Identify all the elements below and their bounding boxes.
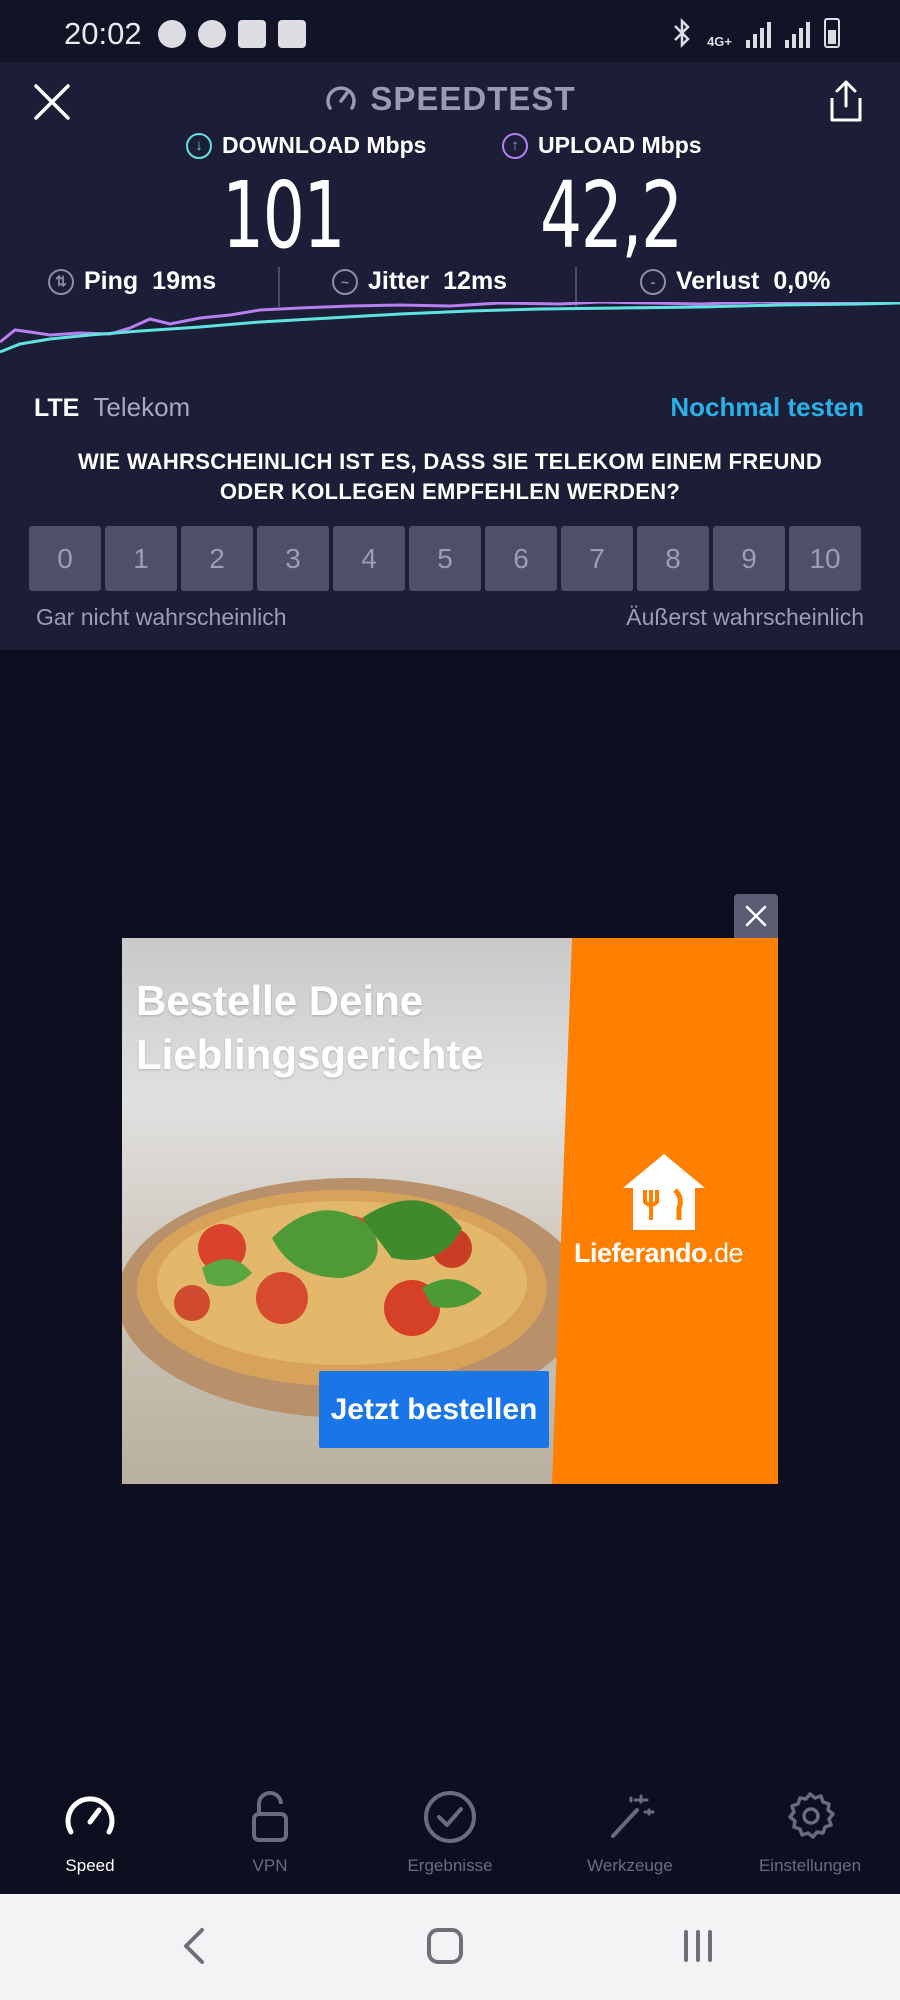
jitter-value: 12ms (443, 267, 508, 295)
survey-question: WIE WAHRSCHEINLICH IST ES, DASS SIE TELE… (0, 447, 900, 507)
survey-question-line: WIE WAHRSCHEINLICH IST ES, DASS SIE TELE… (77, 449, 823, 474)
download-label: ↓ DOWNLOAD Mbps (186, 132, 426, 159)
packet-loss-icon: - (640, 268, 666, 295)
nav-item-settings[interactable]: Einstellungen (720, 1788, 900, 1876)
upload-value: 42,2 (540, 162, 683, 269)
jitter-stat: ~ Jitter 12ms (332, 267, 507, 296)
lock-icon (252, 1791, 288, 1842)
loss-label: Verlust (676, 267, 760, 295)
upload-label: ↑ UPLOAD Mbps (502, 132, 702, 159)
network-type-label: 4G+ (707, 34, 732, 49)
close-icon (745, 905, 767, 927)
rating-option[interactable]: 6 (485, 526, 557, 591)
gallery-icon (278, 20, 306, 48)
rating-scale: 0 1 2 3 4 5 6 7 8 9 10 (29, 526, 861, 591)
scale-low-label: Gar nicht wahrscheinlich (36, 604, 287, 630)
lieferando-logo-icon (623, 1154, 705, 1230)
ping-icon: ⇅ (48, 268, 74, 295)
ad-brand-word: Lieferando (574, 1238, 708, 1268)
bluetooth-icon (674, 18, 690, 48)
rating-option[interactable]: 5 (409, 526, 481, 591)
home-icon[interactable] (425, 1926, 465, 1966)
download-label-text: DOWNLOAD Mbps (222, 132, 427, 158)
rating-option[interactable]: 2 (181, 526, 253, 591)
rating-option[interactable]: 10 (789, 526, 861, 591)
system-icons: 4G+ (671, 18, 840, 48)
nav-label: Einstellungen (758, 1856, 862, 1875)
download-arrow-icon: ↓ (186, 132, 212, 159)
download-graph-line (0, 302, 900, 354)
upload-arrow-icon: ↑ (502, 132, 528, 159)
jitter-label: Jitter (368, 267, 430, 295)
ad-headline: Bestelle Deine Lieblingsgerichte (136, 974, 484, 1082)
download-value: 101 (222, 162, 346, 269)
nav-item-tools[interactable]: Werkzeuge (540, 1788, 720, 1876)
loss-value: 0,0% (773, 267, 831, 295)
stat-divider (575, 267, 577, 307)
ping-label: Ping (84, 267, 139, 295)
notification-icons (158, 20, 306, 48)
rating-option[interactable]: 8 (637, 526, 709, 591)
stat-divider (278, 267, 280, 307)
ad-brand-name: Lieferando.de (574, 1238, 744, 1269)
recent-apps-icon[interactable] (680, 1926, 716, 1966)
title-text: SPEEDTEST (370, 80, 576, 117)
battery-icon (824, 18, 840, 48)
result-panel: SPEEDTEST ↓ DOWNLOAD Mbps 101 ↑ UPLOAD M… (0, 62, 900, 650)
nav-label: VPN (252, 1856, 288, 1875)
back-icon[interactable] (178, 1926, 210, 1966)
check-circle-icon (424, 1791, 476, 1843)
nav-label: Ergebnisse (407, 1856, 493, 1875)
nav-item-vpn[interactable]: VPN (180, 1788, 360, 1876)
survey-question-line: ODER KOLLEGEN EMPFEHLEN WERDEN? (219, 479, 681, 504)
ad-headline-line: Lieblingsgerichte (136, 1031, 484, 1078)
app-title: SPEEDTEST (0, 80, 900, 118)
advertisement-banner[interactable]: Bestelle Deine Lieblingsgerichte Liefera… (122, 938, 778, 1484)
status-bar: 20:02 4G+ (0, 0, 900, 62)
rating-option[interactable]: 1 (105, 526, 177, 591)
system-navigation-bar (0, 1894, 900, 2000)
signal-icon (746, 22, 771, 48)
upload-graph-line (0, 302, 900, 344)
ad-order-button[interactable]: Jetzt bestellen (319, 1371, 549, 1448)
whatsapp-icon (198, 20, 226, 48)
retest-button[interactable]: Nochmal testen (670, 392, 864, 423)
magic-wand-icon (611, 1794, 655, 1838)
nav-item-speed[interactable]: Speed (0, 1788, 180, 1876)
bottom-navigation: Speed VPN Ergebnisse Werkzeuge Einstellu… (0, 1770, 900, 1894)
signal-icon-2 (785, 22, 810, 48)
ad-brand-tld: .de (707, 1238, 744, 1268)
rating-option[interactable]: 7 (561, 526, 633, 591)
connection-info: LTE Telekom (34, 392, 190, 423)
jitter-icon: ~ (332, 268, 358, 295)
rating-option[interactable]: 0 (29, 526, 101, 591)
scale-high-label: Äußerst wahrscheinlich (626, 604, 864, 630)
ad-close-button[interactable] (734, 894, 778, 938)
carrier-name: Telekom (93, 392, 191, 422)
mail-icon (238, 20, 266, 48)
speedometer-icon (326, 86, 357, 110)
status-time: 20:02 (64, 16, 142, 51)
rating-option[interactable]: 4 (333, 526, 405, 591)
share-icon[interactable] (824, 76, 868, 126)
loss-stat: - Verlust 0,0% (640, 267, 830, 296)
gear-icon (788, 1792, 835, 1839)
nav-item-results[interactable]: Ergebnisse (360, 1788, 540, 1876)
connection-type: LTE (34, 394, 80, 422)
nav-label: Speed (65, 1856, 115, 1875)
speed-graph (0, 302, 900, 354)
ad-headline-line: Bestelle Deine (136, 977, 424, 1024)
rating-option[interactable]: 3 (257, 526, 329, 591)
ping-value: 19ms (152, 267, 217, 295)
speedometer-icon (65, 1796, 115, 1835)
rating-option[interactable]: 9 (713, 526, 785, 591)
ping-stat: ⇅ Ping 19ms (48, 267, 216, 296)
nav-label: Werkzeuge (587, 1856, 673, 1875)
spotify-icon (158, 20, 186, 48)
upload-label-text: UPLOAD Mbps (538, 132, 702, 158)
